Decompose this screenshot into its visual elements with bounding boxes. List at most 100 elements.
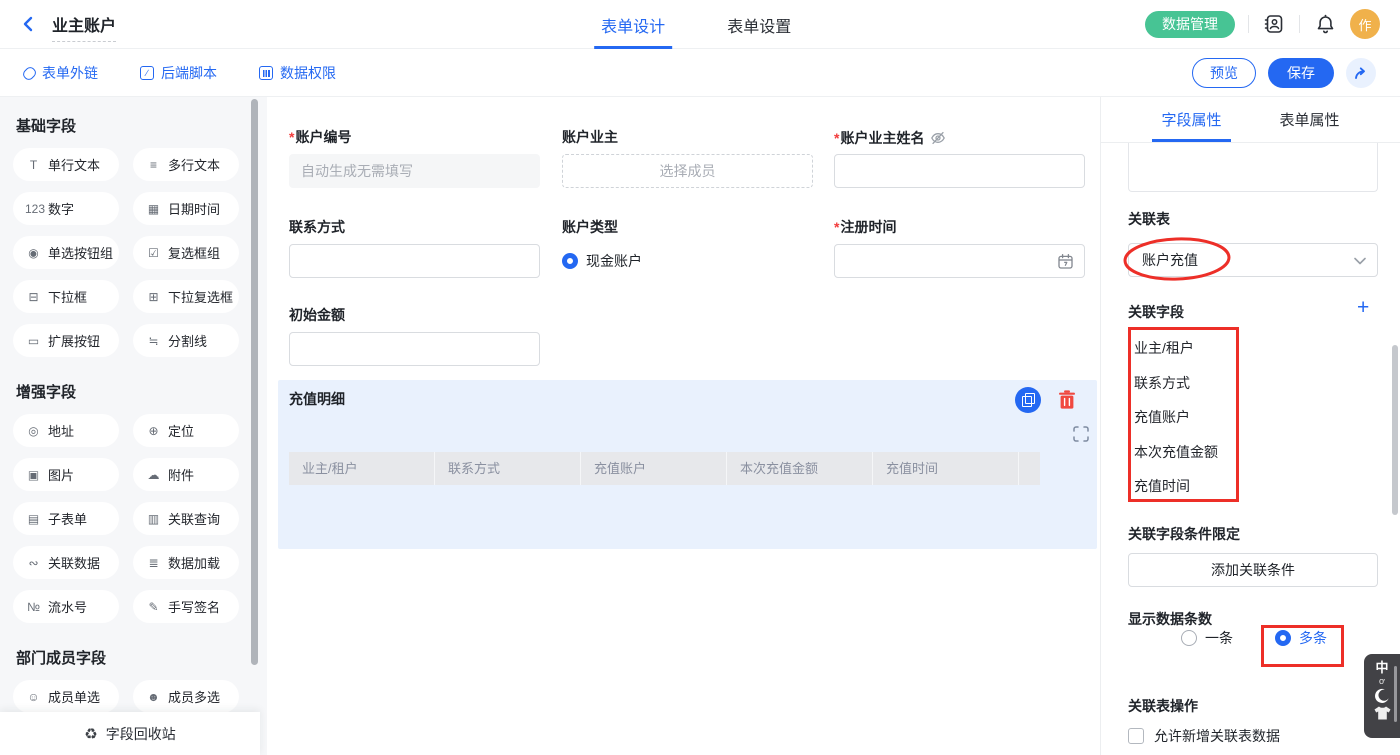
tab-form-properties[interactable]: 表单属性 bbox=[1280, 97, 1340, 142]
data-permission-icon bbox=[259, 66, 273, 80]
allow-add-checkbox[interactable] bbox=[1128, 728, 1144, 744]
preview-button[interactable]: 预览 bbox=[1192, 58, 1256, 88]
sidebar-field-pill[interactable]: ⊞ 下拉复选框 bbox=[133, 280, 239, 313]
annotation-ellipse bbox=[1120, 234, 1234, 284]
sidebar-field-pill[interactable]: ≣ 数据加载 bbox=[133, 546, 239, 579]
sidebar-field-pill[interactable]: ☺ 成员单选 bbox=[13, 680, 119, 713]
form-canvas: *账户编号 自动生成无需填写 账户业主 选择成员 *账户业主姓名 联系方式 账户… bbox=[267, 97, 1100, 755]
relation-field-item[interactable]: 本次充值金额 bbox=[1131, 435, 1236, 470]
sidebar-field-pill[interactable]: T 单行文本 bbox=[13, 148, 119, 181]
relation-field-item[interactable]: 业主/租户 bbox=[1131, 331, 1236, 366]
data-permission-action[interactable]: 数据权限 bbox=[259, 63, 336, 83]
tab-form-design[interactable]: 表单设计 bbox=[601, 0, 665, 49]
back-button[interactable] bbox=[20, 14, 40, 34]
sidebar-field-pill[interactable]: ▥ 关联查询 bbox=[133, 502, 239, 535]
subtable-header: 业主/租户联系方式充值账户本次充值金额充值时间 bbox=[289, 452, 1040, 485]
field-register-time[interactable]: *注册时间 bbox=[834, 220, 1085, 278]
sidebar-section-title: 基础字段 bbox=[16, 115, 253, 136]
relation-field-item[interactable]: 联系方式 bbox=[1131, 366, 1236, 401]
contact-input[interactable] bbox=[289, 244, 540, 278]
field-account-owner[interactable]: 账户业主 选择成员 bbox=[562, 130, 813, 188]
display-count-radio[interactable]: 一条 bbox=[1181, 628, 1233, 648]
expand-icon[interactable] bbox=[1073, 426, 1089, 442]
add-relation-field-button[interactable]: + bbox=[1357, 297, 1369, 318]
field-account-type[interactable]: 账户类型 现金账户 bbox=[562, 220, 813, 278]
notification-bell-icon[interactable] bbox=[1313, 12, 1337, 36]
sidebar-field-pill[interactable]: ▤ 子表单 bbox=[13, 502, 119, 535]
sidebar-scrollbar[interactable] bbox=[251, 99, 258, 665]
tab-field-properties[interactable]: 字段属性 bbox=[1161, 97, 1221, 142]
relation-field-item[interactable]: 充值时间 bbox=[1131, 469, 1236, 504]
radio-cash-account[interactable] bbox=[562, 253, 578, 269]
sidebar-field-pill[interactable]: ∾ 关联数据 bbox=[13, 546, 119, 579]
add-condition-button[interactable]: 添加关联条件 bbox=[1128, 553, 1378, 587]
external-link-action[interactable]: 表单外链 bbox=[24, 63, 98, 83]
tab-form-settings[interactable]: 表单设置 bbox=[727, 0, 791, 49]
sidebar-field-pill[interactable]: ☑ 复选框组 bbox=[133, 236, 239, 269]
contacts-book-icon[interactable] bbox=[1262, 12, 1286, 36]
initial-amount-input[interactable] bbox=[289, 332, 540, 366]
member-picker-input[interactable]: 选择成员 bbox=[562, 154, 813, 188]
subtable-column-header: 充值账户 bbox=[581, 452, 727, 485]
sidebar-field-pill[interactable]: ▦ 日期时间 bbox=[133, 192, 239, 225]
form-designer-app: 业主账户 表单设计 表单设置 数据管理 作 表单外链 ∕ 后端脚本 bbox=[0, 0, 1400, 755]
form-title[interactable]: 业主账户 bbox=[52, 12, 116, 36]
account-number-input[interactable]: 自动生成无需填写 bbox=[289, 154, 540, 188]
sidebar-field-pill[interactable]: ☁ 附件 bbox=[133, 458, 239, 491]
annotation-rect-multi bbox=[1261, 625, 1344, 667]
translate-icon[interactable]: 中 bbox=[1375, 661, 1388, 675]
sidebar-field-pill[interactable]: № 流水号 bbox=[13, 590, 119, 623]
field-type-icon: ☑ bbox=[145, 246, 162, 260]
required-asterisk: * bbox=[834, 219, 839, 235]
field-type-icon: ≣ bbox=[145, 556, 162, 570]
owner-name-input[interactable] bbox=[834, 154, 1085, 188]
tshirt-icon[interactable] bbox=[1374, 706, 1391, 720]
field-initial-amount[interactable]: 初始金额 bbox=[289, 308, 540, 366]
field-account-number[interactable]: *账户编号 自动生成无需填写 bbox=[289, 130, 540, 188]
data-manage-button[interactable]: 数据管理 bbox=[1145, 11, 1235, 38]
relation-table-label: 关联表 bbox=[1128, 209, 1170, 229]
field-type-icon: ▥ bbox=[145, 512, 162, 526]
share-button[interactable] bbox=[1346, 58, 1376, 88]
sidebar-field-pill[interactable]: ≒ 分割线 bbox=[133, 324, 239, 357]
field-type-icon: ≡ bbox=[145, 158, 162, 172]
sidebar-field-pill[interactable]: ◉ 单选按钮组 bbox=[13, 236, 119, 269]
register-time-input[interactable] bbox=[834, 244, 1085, 278]
field-title-input[interactable] bbox=[1128, 143, 1378, 192]
backend-script-action[interactable]: ∕ 后端脚本 bbox=[140, 63, 217, 83]
sidebar-section: 基础字段 T 单行文本 ≡ 多行文本 123 数字 ▦ 日期时间 ◉ 单选按钮组… bbox=[13, 115, 253, 357]
field-type-icon: ◎ bbox=[25, 424, 42, 438]
radio-label: 现金账户 bbox=[586, 251, 642, 271]
save-button[interactable]: 保存 bbox=[1268, 58, 1334, 88]
delete-field-button[interactable] bbox=[1056, 389, 1078, 411]
field-type-icon: ☻ bbox=[145, 690, 162, 704]
sidebar-field-pill[interactable]: ▭ 扩展按钮 bbox=[13, 324, 119, 357]
field-contact[interactable]: 联系方式 bbox=[289, 220, 540, 278]
field-type-icon: № bbox=[25, 600, 42, 614]
field-recycle-bin[interactable]: ♻ 字段回收站 bbox=[0, 712, 260, 755]
sidebar-section: 部门成员字段 ☺ 成员单选 ☻ 成员多选 bbox=[13, 647, 253, 713]
browser-extension-widget[interactable]: 中 ơ bbox=[1364, 654, 1400, 738]
share-arrow-icon bbox=[1353, 65, 1369, 81]
copy-field-button[interactable] bbox=[1015, 387, 1041, 413]
dark-mode-moon-icon[interactable] bbox=[1374, 688, 1390, 704]
property-tabs: 字段属性 表单属性 bbox=[1101, 97, 1400, 143]
field-owner-name[interactable]: *账户业主姓名 bbox=[834, 130, 1085, 188]
eye-off-icon bbox=[930, 130, 946, 146]
condition-label: 关联字段条件限定 bbox=[1128, 524, 1240, 544]
field-type-icon: ✎ bbox=[145, 600, 162, 614]
sidebar-field-pill[interactable]: ✎ 手写签名 bbox=[133, 590, 239, 623]
avatar[interactable]: 作 bbox=[1350, 9, 1380, 39]
sidebar-field-pill[interactable]: ≡ 多行文本 bbox=[133, 148, 239, 181]
sidebar-field-pill[interactable]: ⊕ 定位 bbox=[133, 414, 239, 447]
sidebar-field-pill[interactable]: 123 数字 bbox=[13, 192, 119, 225]
sidebar-field-pill[interactable]: ◎ 地址 bbox=[13, 414, 119, 447]
squiggle-icon: ơ bbox=[1379, 677, 1385, 686]
sidebar-field-pill[interactable]: ▣ 图片 bbox=[13, 458, 119, 491]
sidebar-field-pill[interactable]: ⊟ 下拉框 bbox=[13, 280, 119, 313]
page-scrollbar[interactable] bbox=[1392, 345, 1398, 515]
sidebar-field-pill[interactable]: ☻ 成员多选 bbox=[133, 680, 239, 713]
subtable-recharge-detail[interactable]: 充值明细 业主/租户联系方式充值账户本次充值金额充值时间 bbox=[278, 380, 1097, 549]
relation-field-item[interactable]: 充值账户 bbox=[1131, 400, 1236, 435]
field-type-icon: ∾ bbox=[25, 556, 42, 570]
